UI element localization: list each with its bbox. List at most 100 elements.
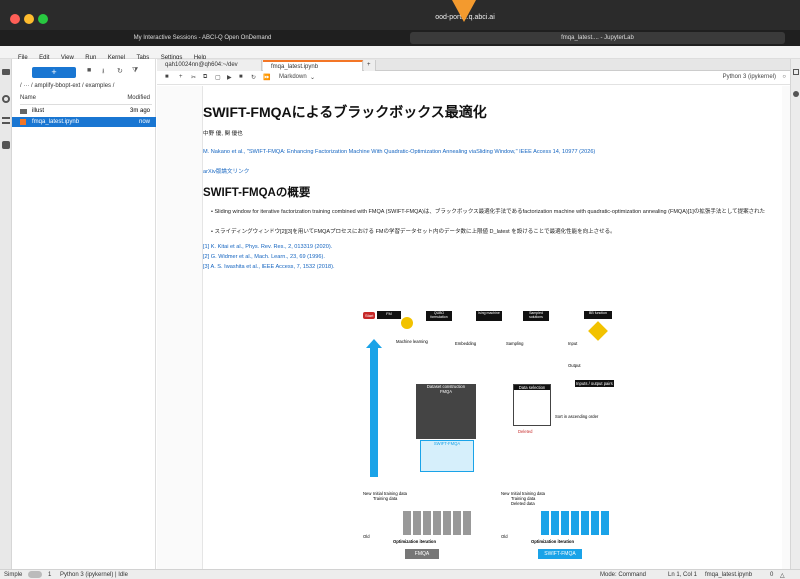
upload-icon[interactable]: ⭳: [102, 67, 104, 78]
dataset-box: Dataset construction FMQA: [416, 384, 476, 439]
output-label: Output: [568, 363, 581, 368]
new-tab-button[interactable]: +: [364, 60, 376, 71]
bullet-text: スライディングウィンドウ[2][3]を用いてFMQAプロセスにおける FMの学習…: [214, 229, 616, 235]
stop-icon[interactable]: ■: [239, 74, 243, 80]
refresh-icon[interactable]: ↻: [117, 67, 123, 75]
fm-box: FM: [377, 311, 401, 319]
citation-link[interactable]: M. Nakano et al., "SWIFT-FMQA: Enhancing…: [203, 149, 763, 155]
left-activity-bar: [0, 59, 12, 569]
list-item[interactable]: illust 3m ago: [12, 106, 156, 116]
bullet-item: • スライディングウィンドウ[2][3]を用いてFMQAプロセスにおける FMの…: [211, 229, 616, 235]
legend-fmqa: Initial training data Training data: [373, 491, 407, 501]
window: ood-portal.q.abci.ai My Interactive Sess…: [0, 0, 800, 579]
file-browser: + ■ ⭳ ↻ ⧩ / ··· / amplify-bbopt-ext / ex…: [12, 59, 156, 569]
running-icon[interactable]: [2, 95, 10, 103]
axis-new-fmqa: New: [363, 491, 372, 496]
lightbulb-icon: [401, 317, 413, 329]
arxiv-link[interactable]: arXiv版論文リンク: [203, 167, 249, 175]
list-item-selected[interactable]: fmqa_latest.ipynb now: [12, 117, 156, 127]
notebook-toolbar: ■ + ✂ ⧉ ▢ ▶ ■ ↻ ⏩ Markdown ⌄ Python 3 (i…: [157, 72, 790, 85]
new-launcher-button[interactable]: +: [32, 67, 76, 78]
jupyter-menubar: File Edit View Run Kernel Tabs Settings …: [0, 46, 800, 61]
sampling-label: Sampling: [506, 341, 524, 346]
fastforward-icon[interactable]: ⏩: [263, 74, 270, 81]
breadcrumb[interactable]: / ··· / amplify-bbopt-ext / examples /: [20, 83, 114, 89]
folder-icon[interactable]: [2, 69, 10, 75]
fmqa-bars: [403, 511, 473, 535]
extension-icon[interactable]: [2, 141, 10, 149]
feedback-arrow: [370, 347, 378, 477]
debugger-icon[interactable]: [793, 91, 799, 97]
simple-mode-toggle[interactable]: [28, 571, 42, 578]
cut-icon[interactable]: ✂: [191, 74, 196, 81]
restart-icon[interactable]: ↻: [251, 74, 256, 81]
start-badge: Start: [363, 312, 376, 319]
file-list-header: Name Modified: [20, 95, 152, 105]
axis-x-fmqa: Optimization iteration: [393, 539, 437, 544]
markdown-cell[interactable]: SWIFT-FMQAによるブラックボックス最適化 中野 優, 関 優也 M. N…: [202, 86, 782, 579]
kernel-status[interactable]: Python 3 (ipykernel) | Idle: [60, 572, 128, 578]
new-folder-icon[interactable]: ■: [87, 67, 91, 74]
simple-mode-label: Simple: [4, 572, 23, 578]
data-selection-box: Data selection: [513, 384, 551, 426]
notebook-cells: SWIFT-FMQAによるブラックボックス最適化 中野 優, 関 優也 M. N…: [157, 86, 790, 579]
qubo-box: QUBO formulation: [426, 311, 452, 321]
bb-box: BB function: [584, 311, 612, 319]
file-modified: 3m ago: [129, 108, 150, 114]
terminal-count: 1: [48, 572, 52, 578]
axis-new-swift: New: [501, 491, 510, 496]
kernel-status-icon: ○: [782, 74, 786, 80]
section-heading: SWIFT-FMQAの概要: [203, 187, 311, 199]
axis-old-swift: Old: [501, 534, 508, 539]
chevron-down-icon[interactable]: ⌄: [310, 74, 315, 81]
close-window-button[interactable]: [10, 14, 20, 24]
file-modified: now: [138, 119, 150, 125]
fmqa-label: FMQA: [439, 389, 453, 394]
insert-cell-icon[interactable]: +: [179, 74, 183, 80]
reference-link[interactable]: [2] G. Widmer et al., Mach. Learn., 23, …: [203, 254, 325, 260]
swift-box: SWIFT-FMQA: [420, 440, 474, 472]
kernel-name[interactable]: Python 3 (ipykernel): [723, 74, 776, 80]
zoom-window-button[interactable]: [38, 14, 48, 24]
browser-tab-strip: My Interactive Sessions - ABCI-Q Open On…: [0, 30, 800, 46]
deleted-label: Deleted: [518, 429, 533, 434]
sampled-box: Sampled solutions: [523, 311, 549, 321]
status-bar: Simple 1 Python 3 (ipykernel) | Idle Mod…: [0, 569, 800, 579]
paste-icon[interactable]: ▢: [215, 74, 221, 81]
reference-link[interactable]: [1] K. Kitai et al., Phys. Rev. Res., 2,…: [203, 244, 332, 250]
tab-notebook[interactable]: fmqa_latest.ipynb: [263, 60, 363, 71]
column-name[interactable]: Name: [20, 95, 36, 101]
run-icon[interactable]: ▶: [227, 74, 232, 81]
property-inspector-icon[interactable]: [793, 69, 799, 75]
minimize-window-button[interactable]: [24, 14, 34, 24]
browser-tab-ood[interactable]: My Interactive Sessions - ABCI-Q Open On…: [0, 32, 405, 44]
cell-type-select[interactable]: Markdown: [279, 74, 307, 80]
reference-link[interactable]: [3] A. S. Iwashita et al., IEEE Access, …: [203, 264, 335, 270]
tab-terminal[interactable]: qah10024nn@qh604:~/dev: [157, 60, 262, 71]
cursor-position[interactable]: Ln 1, Col 1: [668, 572, 697, 578]
swift-fmqa-diagram: Start FM QUBO formulation Ising machine …: [363, 311, 623, 566]
copy-icon[interactable]: ⧉: [203, 74, 207, 81]
mode-indicator: Mode: Command: [600, 572, 647, 578]
file-name: fmqa_latest.ipynb: [32, 119, 80, 125]
swift-label: SWIFT-FMQA: [433, 441, 461, 446]
file-name: illust: [32, 108, 45, 114]
pointer-marker: [452, 0, 476, 22]
axis-x-swift: Optimization iteration: [531, 539, 575, 544]
filter-icon[interactable]: ⧩: [132, 67, 138, 75]
fmqa-badge: FMQA: [405, 549, 439, 559]
feedback-arrow-head: [366, 339, 382, 348]
notification-count[interactable]: 0: [770, 572, 773, 578]
swift-bars: [541, 511, 611, 535]
axis-old-fmqa: Old: [363, 534, 370, 539]
authors: 中野 優, 関 優也: [203, 131, 243, 137]
legend-training: Training data: [373, 496, 398, 501]
column-modified[interactable]: Modified: [127, 95, 150, 101]
bullet-item: • Sliding window for iterative factoriza…: [211, 209, 766, 215]
save-icon[interactable]: ■: [165, 74, 169, 80]
page-title: SWIFT-FMQAによるブラックボックス最適化: [203, 104, 487, 120]
browser-tab-jupyter[interactable]: fmqa_latest.... - JupyterLab: [410, 32, 785, 44]
bell-icon[interactable]: △: [780, 572, 785, 579]
toc-icon[interactable]: [2, 117, 10, 124]
embedding-label: Embedding: [455, 341, 477, 346]
